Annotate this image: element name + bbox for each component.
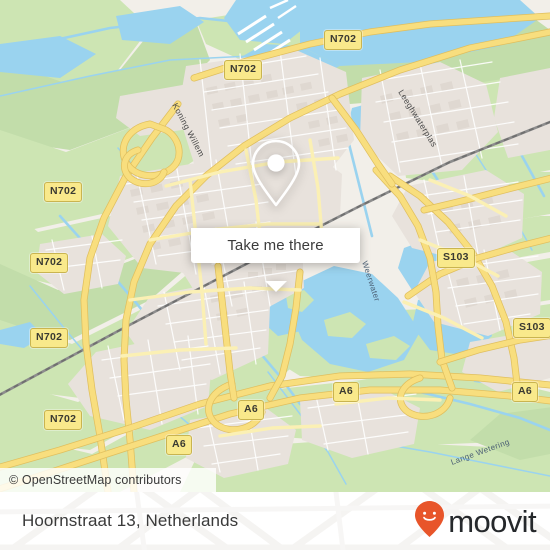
road-shield-a6: A6 — [333, 382, 360, 402]
map-pin-icon — [247, 136, 305, 215]
moovit-logo[interactable]: moovit — [413, 499, 537, 544]
road-shield-n702: N702 — [30, 328, 69, 348]
road-shield-n702: N702 — [224, 60, 263, 80]
take-me-there-callout[interactable]: Take me there — [191, 123, 360, 292]
road-shield-a6: A6 — [238, 400, 265, 420]
road-shield-n702: N702 — [30, 253, 69, 273]
callout-pointer-tail — [264, 281, 287, 292]
callout-action-panel[interactable]: Take me there — [191, 228, 360, 263]
take-me-there-label: Take me there — [227, 237, 324, 254]
moovit-wordmark: moovit — [448, 503, 536, 539]
road-shield-s103: S103 — [437, 248, 475, 268]
road-shield-a6: A6 — [512, 382, 539, 402]
osm-attribution-bar[interactable]: © OpenStreetMap contributors — [0, 468, 216, 492]
road-shield-s103: S103 — [513, 318, 550, 338]
moovit-smiley-pin-icon — [413, 499, 446, 544]
osm-attribution-text: © OpenStreetMap contributors — [9, 473, 182, 487]
moovit-map-screenshot: .res{fill:#e8e2dc} .grn{fill:#cde5b3} .f… — [0, 0, 550, 550]
callout-icon-panel — [191, 123, 360, 228]
road-shield-n702: N702 — [44, 410, 83, 430]
address-label: Hoornstraat 13, Netherlands — [22, 511, 239, 530]
road-shield-a6: A6 — [166, 435, 193, 455]
footer-bar: Hoornstraat 13, Netherlands moovit — [0, 492, 550, 550]
road-shield-n702: N702 — [324, 30, 363, 50]
road-shield-n702: N702 — [44, 182, 83, 202]
